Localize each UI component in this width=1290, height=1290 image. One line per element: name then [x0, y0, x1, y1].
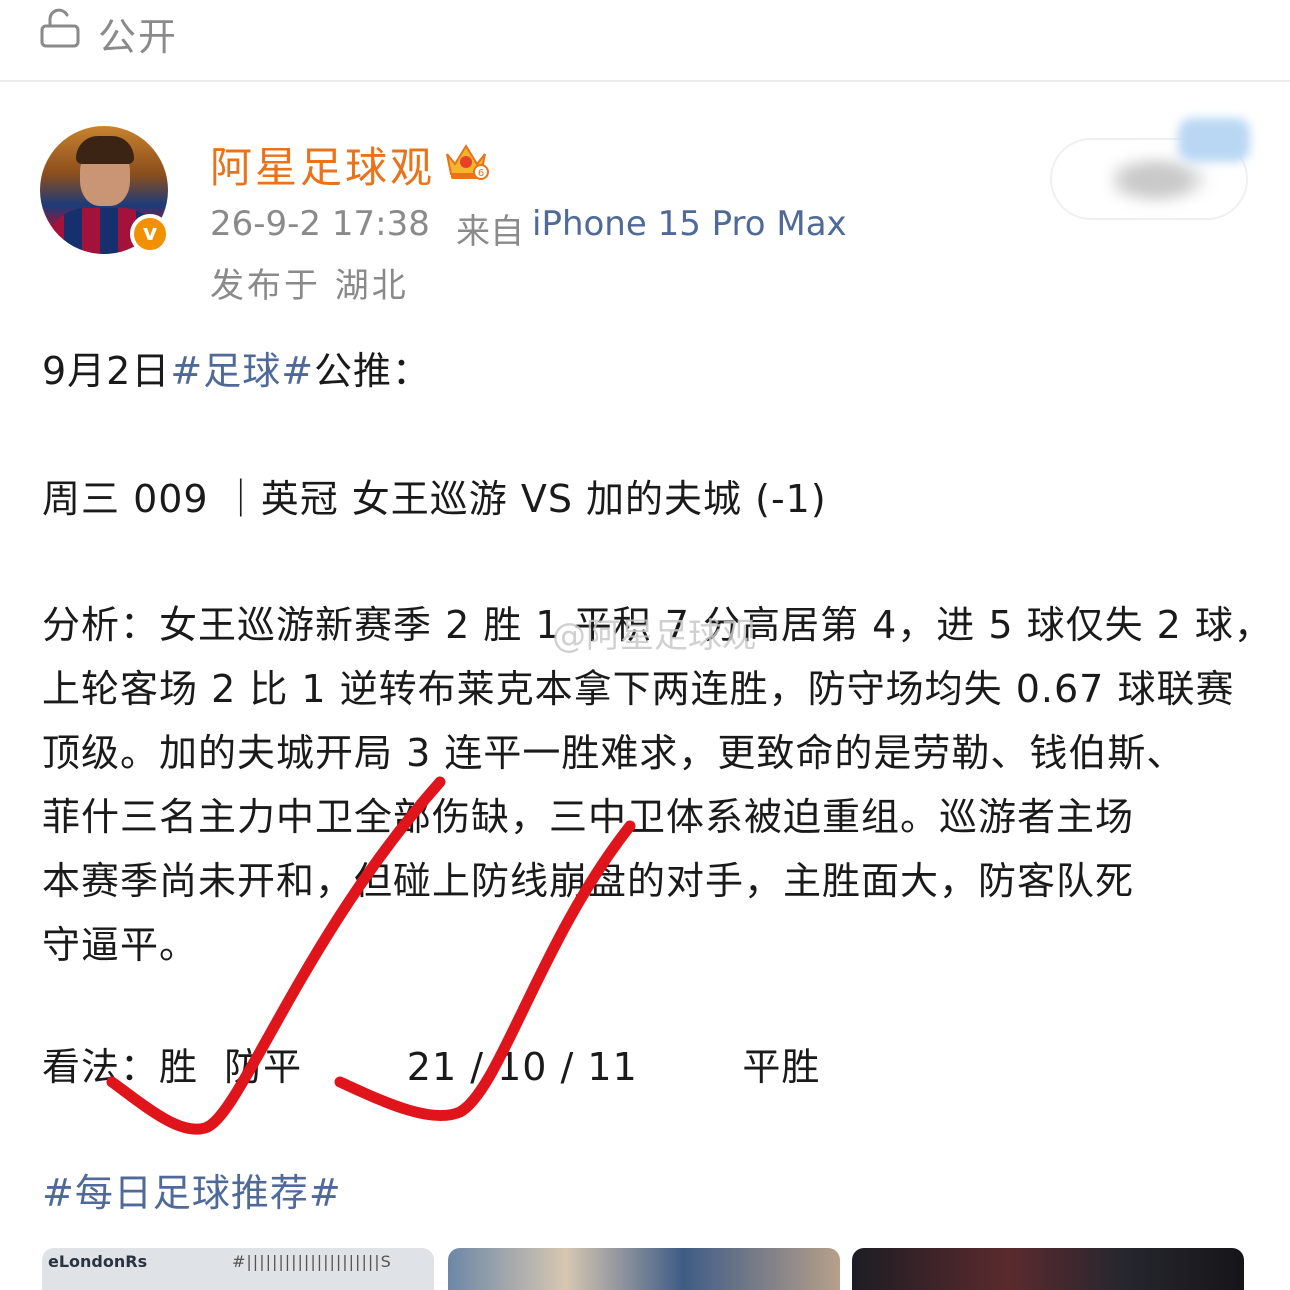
blurred-badge — [1178, 118, 1250, 162]
opinion-line: 看法：胜 防平 21 / 10 / 11 平胜 — [42, 1045, 821, 1089]
verified-v-icon: v — [130, 214, 170, 254]
hashtag-football[interactable]: #足球# — [170, 349, 314, 393]
author-name[interactable]: 阿星足球观 — [210, 134, 435, 195]
hashtag-daily-recommend[interactable]: #每日足球推荐# — [42, 1162, 342, 1217]
post-timestamp: 26-9-2 17:38 — [210, 204, 430, 244]
post-location: 发布于 湖北 — [210, 266, 409, 306]
match-line: 周三 009 ｜英冠 女王巡游 VS 加的夫城 (-1) — [42, 477, 827, 521]
analysis-line-5: 本赛季尚未开和，但碰上防线崩盘的对手，主胜面大，防客队死 — [42, 859, 1135, 903]
analysis-line-3: 顶级。加的夫城开局 3 连平一胜难求，更致命的是劳勒、钱伯斯、 — [42, 731, 1186, 775]
analysis-line-2: 上轮客场 2 比 1 逆转布莱克本拿下两连胜，防守场均失 0.67 球联赛 — [42, 667, 1235, 711]
top-bar: 公开 — [0, 0, 1290, 82]
svg-text:6: 6 — [478, 168, 484, 179]
post-intro: 9月2日#足球#公推： — [42, 349, 432, 393]
lock-open-icon — [40, 8, 80, 48]
analysis-line-6: 守逼平。 — [42, 923, 199, 967]
visibility-label[interactable]: 公开 — [98, 6, 178, 61]
image-thumbnail-1[interactable]: eLondonRs #|||||||||||||||||||||S — [42, 1248, 434, 1290]
analysis-line-4: 菲什三名主力中卫全部伤缺，三中卫体系被迫重组。巡游者主场 — [42, 795, 1135, 839]
image-thumbnail-3[interactable] — [852, 1248, 1244, 1290]
watermark: @阿星足球观 — [552, 616, 756, 656]
post-device[interactable]: iPhone 15 Pro Max — [532, 204, 847, 244]
image-thumbnail-2[interactable] — [448, 1248, 840, 1290]
crown-icon[interactable]: 6 — [443, 140, 489, 182]
post-source-prefix: 来自 — [456, 212, 524, 252]
